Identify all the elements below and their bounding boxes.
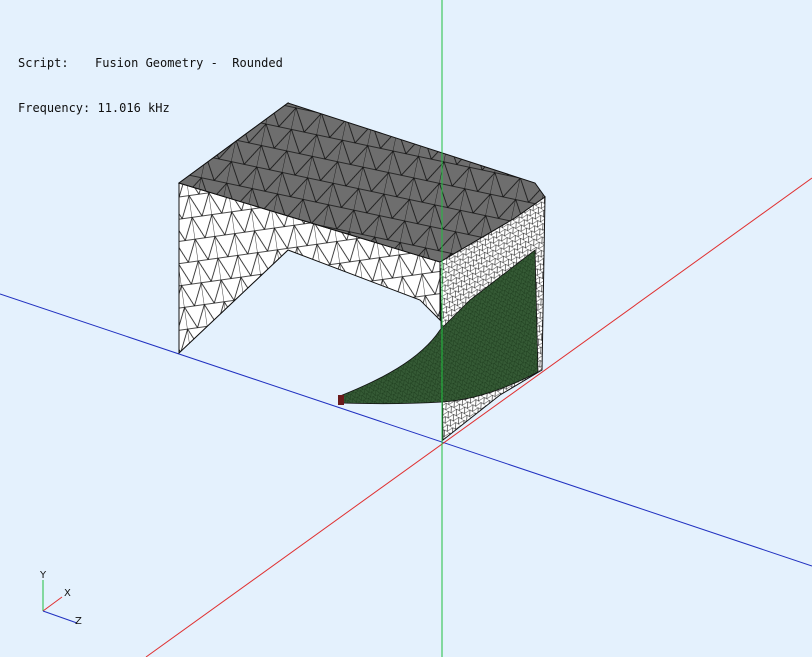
orientation-triad: Y X Z xyxy=(39,570,82,627)
triad-z-label: Z xyxy=(75,616,82,627)
3d-viewport[interactable]: Y X Z Script: Fusion Geometry - Rounded F… xyxy=(0,0,812,657)
triad-y-label: Y xyxy=(39,570,47,581)
frequency-value: 11.016 kHz xyxy=(97,101,170,115)
z-axis-line xyxy=(0,293,812,567)
script-label: Script: xyxy=(18,56,69,70)
triad-x-label: X xyxy=(64,588,71,599)
frequency-label: Frequency: xyxy=(18,101,91,115)
script-row: Script: Fusion Geometry - Rounded xyxy=(18,56,283,71)
frequency-row: Frequency: 11.016 kHz xyxy=(18,101,283,116)
triad-z-axis xyxy=(42,610,78,624)
script-value: Fusion Geometry - Rounded xyxy=(95,56,283,70)
triad-x-axis xyxy=(42,596,63,612)
info-overlay: Script: Fusion Geometry - Rounded Frequen… xyxy=(18,26,283,146)
mesh-edge-marker xyxy=(338,395,344,405)
